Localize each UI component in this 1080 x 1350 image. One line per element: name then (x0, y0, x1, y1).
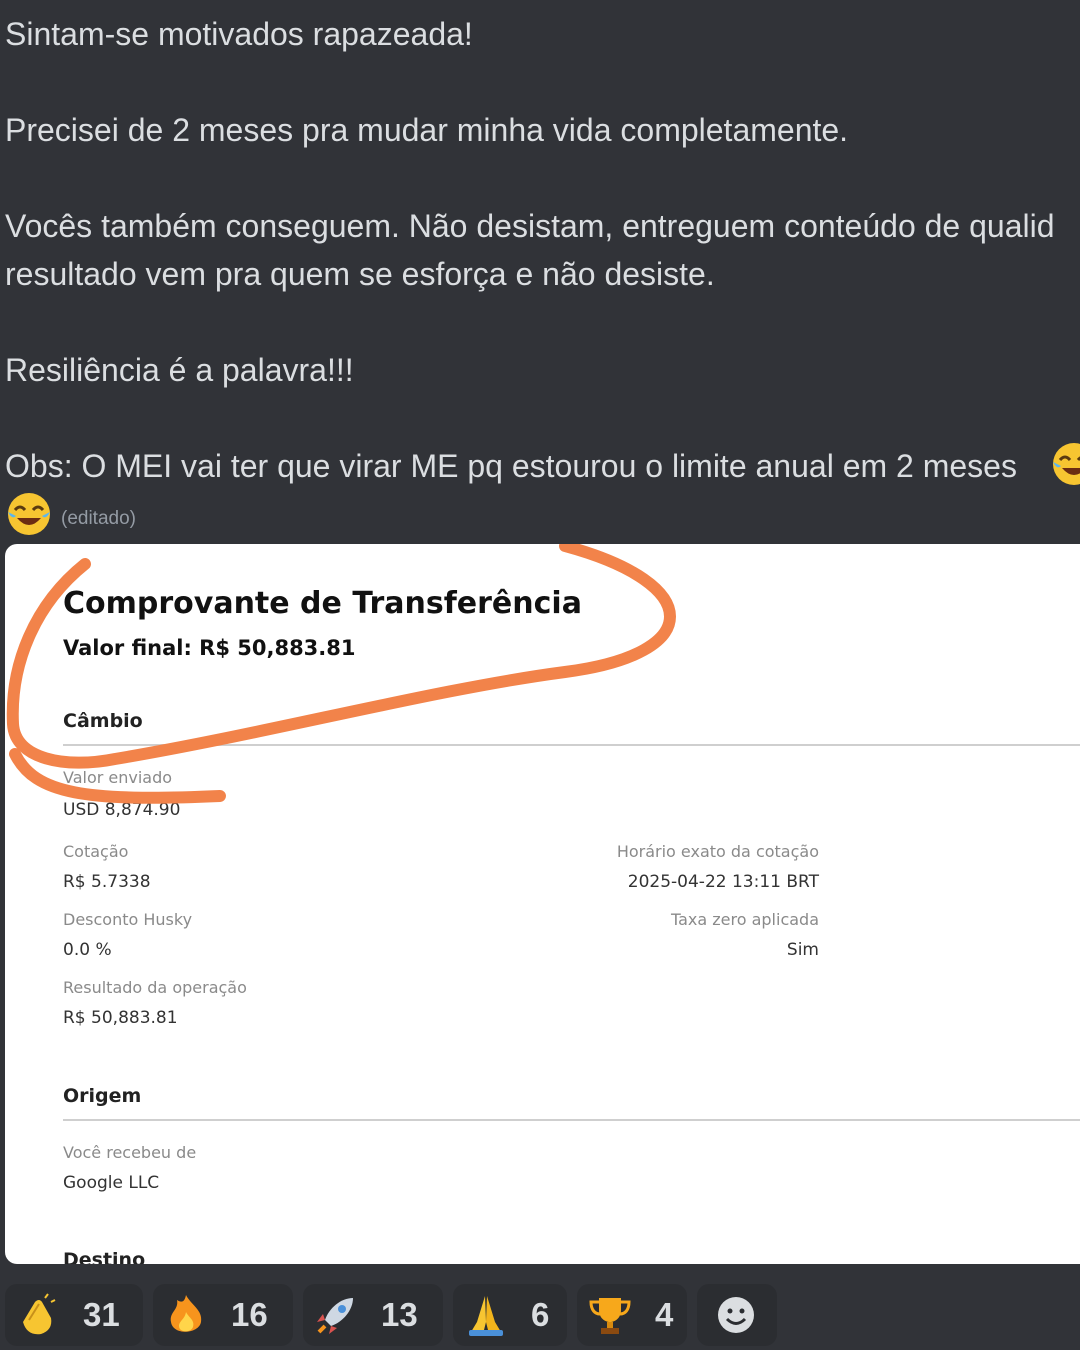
receipt-final-value: Valor final: R$ 50,883.81 (63, 636, 356, 660)
section-cambio: Câmbio (63, 710, 143, 732)
message-line: Obs: O MEI vai ter que virar ME pq estou… (5, 448, 1017, 484)
cotacao-value: R$ 5.7338 (63, 872, 151, 892)
desconto-value: 0.0 % (63, 940, 112, 960)
add-reaction-button[interactable] (697, 1284, 777, 1346)
reaction-count: 31 (83, 1296, 120, 1333)
message-line: Sintam-se motivados rapazeada! (5, 16, 473, 52)
folded-hands-icon (469, 1296, 503, 1336)
edited-label: (editado) (61, 508, 136, 529)
reaction-count: 13 (381, 1296, 418, 1333)
face-with-tears-of-joy-icon (8, 493, 50, 535)
face-with-tears-of-joy-icon (1053, 443, 1080, 485)
fire-icon (170, 1295, 202, 1332)
reaction-count: 6 (531, 1296, 550, 1333)
reaction-rocket[interactable]: 13 (303, 1284, 443, 1346)
add-reaction-icon (718, 1297, 754, 1333)
divider (63, 744, 1080, 746)
reaction-count: 16 (231, 1296, 268, 1333)
taxa-value: Sim (786, 940, 819, 960)
horario-value: 2025-04-22 13:11 BRT (627, 872, 819, 892)
message-line: Resiliência é a palavra!!! (5, 352, 354, 388)
horario-label: Horário exato da cotação (616, 842, 819, 861)
recebeu-label: Você recebeu de (63, 1143, 197, 1162)
reaction-pray[interactable]: 6 (453, 1284, 567, 1346)
reaction-fire[interactable]: 16 (153, 1284, 293, 1346)
reaction-count: 4 (655, 1296, 674, 1333)
valor-enviado-value: USD 8,874.90 (63, 800, 181, 820)
receipt-title: Comprovante de Transferência (63, 586, 582, 621)
reaction-clap[interactable]: 31 (5, 1284, 143, 1346)
resultado-value: R$ 50,883.81 (63, 1008, 178, 1028)
resultado-label: Resultado da operação (63, 978, 247, 997)
desconto-label: Desconto Husky (63, 910, 193, 929)
rocket-icon (317, 1298, 353, 1334)
cotacao-label: Cotação (63, 842, 129, 861)
section-destino: Destino (63, 1249, 146, 1264)
taxa-label: Taxa zero aplicada (670, 910, 819, 929)
message-line: Vocês também conseguem. Não desistam, en… (5, 208, 1055, 244)
section-origem: Origem (63, 1085, 142, 1107)
valor-enviado-label: Valor enviado (63, 768, 173, 787)
receipt-image[interactable]: Comprovante de Transferência Valor final… (5, 544, 1080, 1264)
trophy-icon (589, 1298, 631, 1334)
clapping-hands-icon (23, 1293, 56, 1335)
recebeu-value: Google LLC (63, 1173, 160, 1193)
message-line: Precisei de 2 meses pra mudar minha vida… (5, 112, 849, 148)
reaction-trophy[interactable]: 4 (577, 1284, 687, 1346)
divider (63, 1119, 1080, 1121)
message-line: resultado vem pra quem se esforça e não … (5, 256, 715, 292)
